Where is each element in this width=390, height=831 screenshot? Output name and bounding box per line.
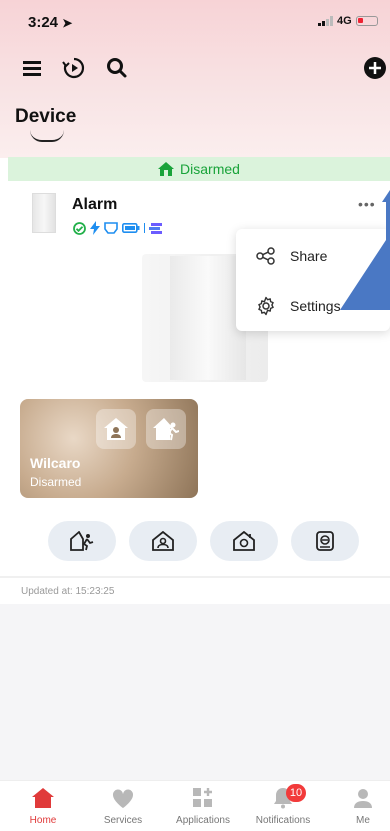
tab-notifications[interactable]: 10 Notifications [244,781,322,831]
playback-icon[interactable] [61,55,87,81]
heart-icon [112,789,134,808]
disarm-icon [316,531,334,551]
device-status-icons [73,221,163,235]
scene-away-button[interactable] [146,409,186,449]
module-icon [149,223,162,234]
ethernet-icon [104,222,118,234]
device-name[interactable]: Alarm [72,196,117,214]
scene-stay-button[interactable] [96,409,136,449]
device-thumbnail[interactable] [32,193,56,233]
menu-item-label: Share [290,248,328,264]
power-icon [90,221,100,235]
arming-state-label: Disarmed [180,161,240,177]
signal-icon [318,16,333,26]
network-label: 4G [337,15,352,27]
home-icon [32,788,54,808]
tab-home[interactable]: Home [4,781,82,831]
disarm-button[interactable] [291,521,359,561]
device-image-panel [170,256,246,380]
notification-badge: 10 [286,784,306,802]
empty-content-area [0,604,390,780]
add-device-icon[interactable] [362,55,388,81]
stay-arm-icon [104,418,128,440]
home-status-icon [158,162,175,176]
bottom-tab-bar: Home Services Applications 10 Notificati… [0,780,390,831]
search-icon[interactable] [104,55,130,81]
list-icon[interactable] [20,55,46,81]
tab-services[interactable]: Services [84,781,162,831]
away-arm-button[interactable] [48,521,116,561]
home-arm-button[interactable] [210,521,278,561]
scene-card[interactable]: Wilcaro Disarmed [20,399,198,498]
battery-status-icon [122,223,140,233]
status-indicators: 4G [318,15,378,27]
status-time: 3:24 ➤ [28,14,73,31]
callout-arrow [340,190,390,310]
stay-arm-button[interactable] [129,521,197,561]
page-title: Device [15,106,77,127]
location-arrow-icon: ➤ [62,16,73,30]
icon-divider [144,223,145,233]
away-arm-icon [153,418,179,441]
person-icon [354,789,372,808]
apps-icon [193,788,212,807]
away-arm-icon [70,531,94,551]
share-icon [256,247,275,265]
battery-icon [355,16,378,26]
scene-state: Disarmed [30,475,82,489]
updated-timestamp: Updated at: 15:23:25 [21,586,115,597]
stay-arm-icon [152,531,174,551]
arming-state-banner: Disarmed [8,157,390,181]
section-divider [0,576,390,578]
menu-item-label: Settings [290,298,341,314]
online-check-icon [73,221,86,235]
scene-name: Wilcaro [30,455,81,471]
home-arm-icon [233,531,255,551]
tab-me[interactable]: Me [324,781,390,831]
gear-icon [258,296,274,316]
tab-applications[interactable]: Applications [164,781,242,831]
